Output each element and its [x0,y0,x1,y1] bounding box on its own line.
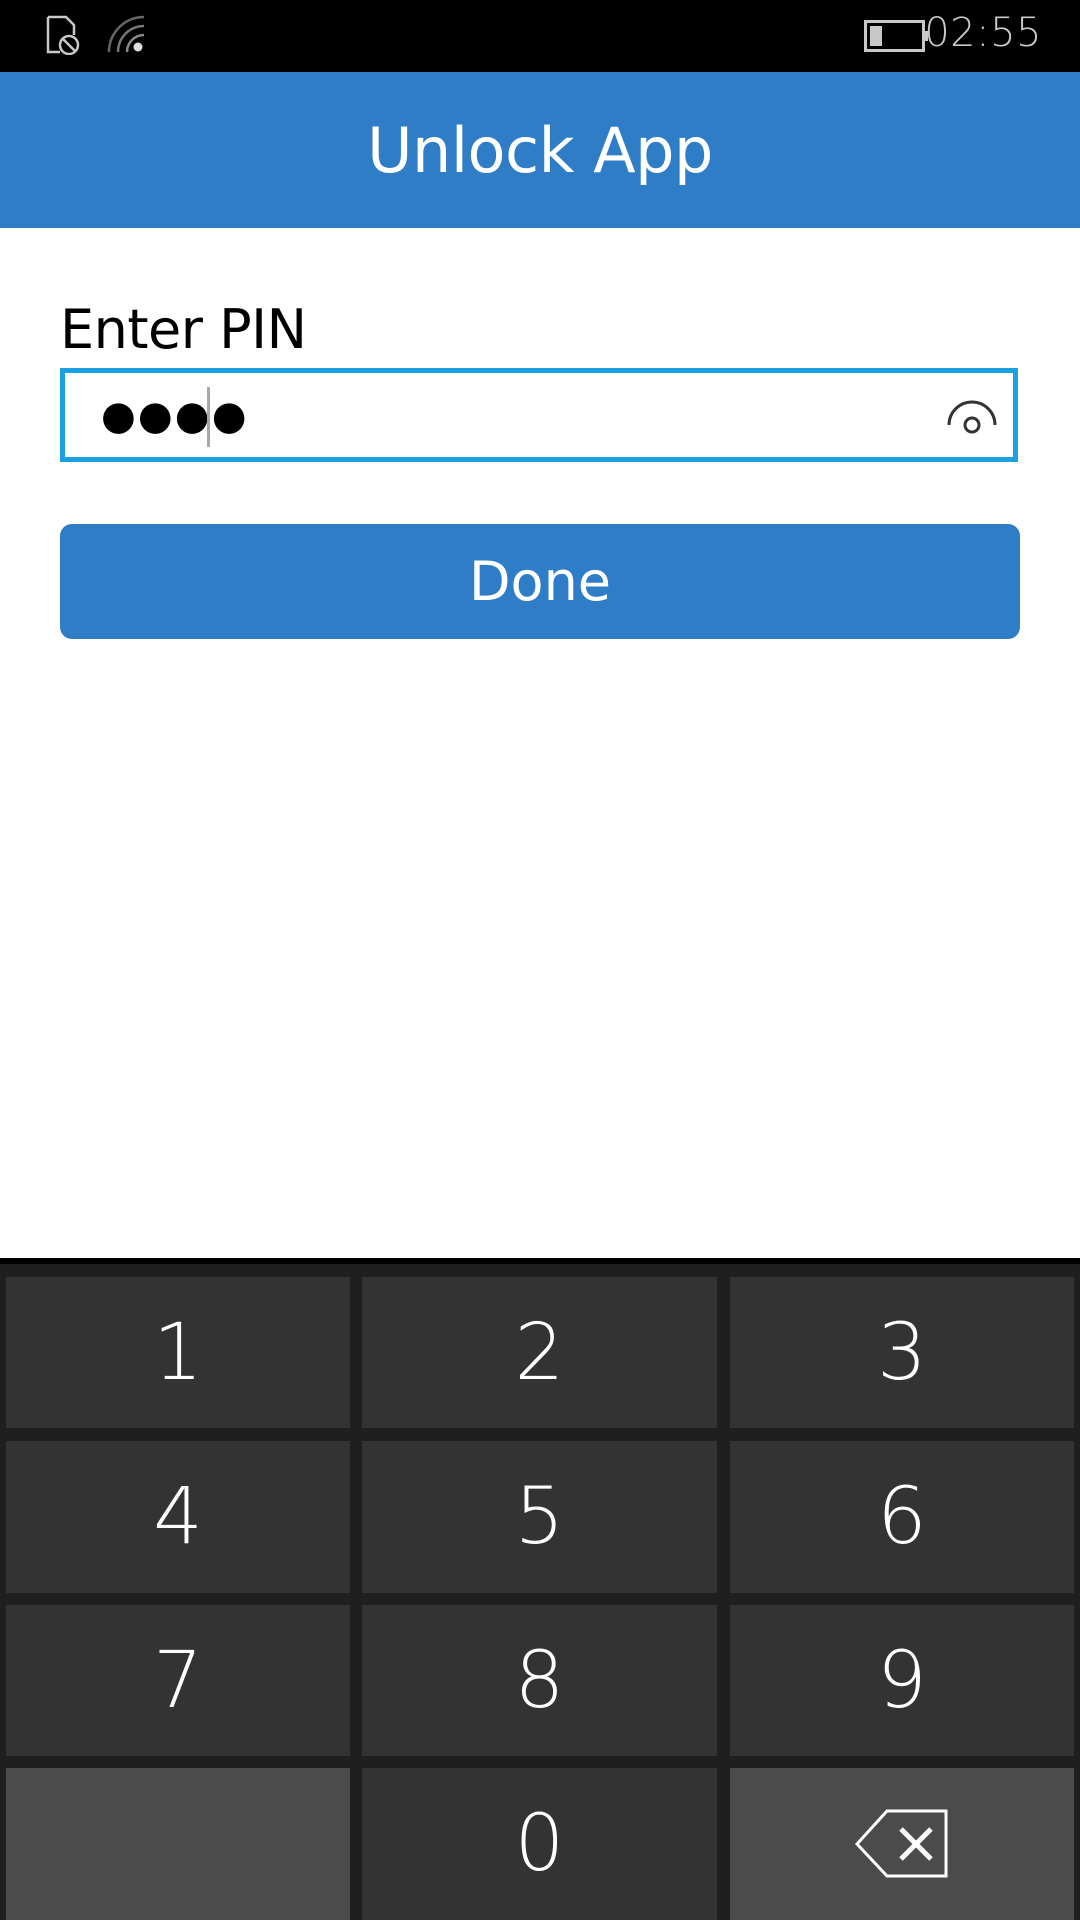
app-header: Unlock App [0,72,1080,228]
key-0[interactable]: 0 [362,1768,717,1920]
key-3[interactable]: 3 [730,1277,1074,1428]
key-1[interactable]: 1 [6,1277,350,1428]
pin-input[interactable]: ●●●● [60,368,1018,462]
key-5[interactable]: 5 [362,1441,717,1593]
key-2[interactable]: 2 [362,1277,717,1428]
pin-label: Enter PIN [60,298,307,361]
no-sim-icon [46,15,80,55]
key-8[interactable]: 8 [362,1605,717,1756]
numeric-keypad: 1 2 3 4 5 6 7 8 9 0 [0,1258,1080,1920]
status-bar: 02:55 [0,0,1080,72]
key-7[interactable]: 7 [6,1605,350,1756]
clock-time: 02:55 [924,10,1042,56]
page-title: Unlock App [367,113,713,187]
done-button[interactable]: Done [60,524,1020,639]
battery-low-icon [864,20,928,52]
backspace-key[interactable] [730,1768,1074,1920]
key-9[interactable]: 9 [730,1605,1074,1756]
eye-icon[interactable] [945,395,999,439]
text-caret [207,387,210,447]
backspace-icon [855,1809,948,1878]
key-4[interactable]: 4 [6,1441,350,1593]
key-blank [6,1768,350,1920]
pin-masked-value: ●●●● [101,393,249,439]
wifi-signal-icon [107,15,145,53]
key-6[interactable]: 6 [730,1441,1074,1593]
